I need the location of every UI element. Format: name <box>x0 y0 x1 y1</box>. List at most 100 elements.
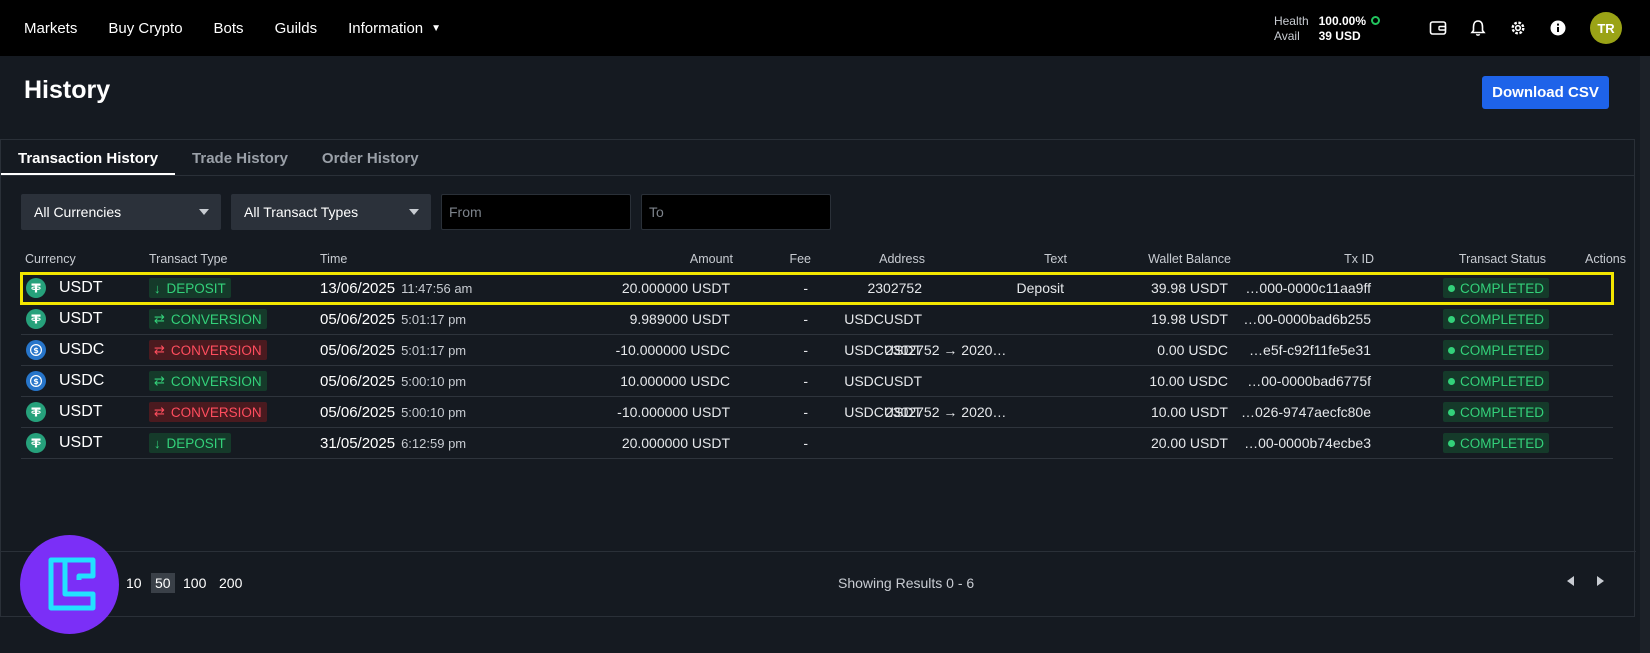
transact-type-label: DEPOSIT <box>166 435 226 451</box>
col-text[interactable]: Text <box>1044 252 1067 266</box>
showing-results: Showing Results 0 - 6 <box>838 575 975 591</box>
transact-status-cell: COMPLETED <box>1442 304 1549 334</box>
status-badge: COMPLETED <box>1442 402 1549 422</box>
table-header: Currency Transact Type Time Amount Fee A… <box>1 252 1636 270</box>
filters-bar: All Currencies All Transact Types <box>21 194 841 230</box>
col-transact-status[interactable]: Transact Status <box>1459 252 1546 266</box>
page-size-10[interactable]: 10 <box>126 575 142 591</box>
page-scrollbar[interactable] <box>1640 56 1650 653</box>
currency-cell: USDT <box>21 304 103 334</box>
prev-page-icon[interactable] <box>1567 576 1574 586</box>
col-fee[interactable]: Fee <box>789 252 811 266</box>
table-row[interactable]: USDT ↓ DEPOSIT 13/06/2025 11:47:56 am 20.0000… <box>20 272 1614 305</box>
wallet-balance-cell: 39.98 USDT <box>1150 280 1228 296</box>
currency-name: USDC <box>59 341 105 358</box>
tx-date: 05/06/2025 <box>320 372 396 390</box>
currency-name: USDT <box>59 310 103 327</box>
nav-information[interactable]: Information ▼ <box>348 20 441 37</box>
table-footer <box>1 551 1636 617</box>
info-icon[interactable] <box>1548 18 1568 38</box>
amount-cell: 20.000000 USDT <box>621 280 730 296</box>
nav-information-label: Information <box>348 19 424 37</box>
wallet-icon[interactable] <box>1428 18 1448 38</box>
nav-bots[interactable]: Bots <box>214 20 244 37</box>
tx-id-cell[interactable]: …e5f-c92f11fe5e31 <box>1249 335 1371 365</box>
currency-select[interactable]: All Currencies <box>21 194 221 230</box>
tx-id-cell[interactable]: …00-0000bad6b255 <box>1243 304 1371 334</box>
tx-id-cell[interactable]: …00-0000b74ecbe3 <box>1244 428 1371 458</box>
arrow-down-icon: ↓ <box>154 435 161 451</box>
transact-type-select[interactable]: All Transact Types <box>231 194 431 230</box>
svg-text:$: $ <box>33 377 39 386</box>
next-page-icon[interactable] <box>1597 576 1604 586</box>
transact-type-label: CONVERSION <box>170 311 262 327</box>
usdc-coin-icon: $ <box>26 340 46 360</box>
nav-markets[interactable]: Markets <box>24 20 77 37</box>
page-size-200[interactable]: 200 <box>219 575 242 591</box>
table-row[interactable]: $ USDC ⇄ CONVERSION 05/06/2025 5:00:10 pm 10.0… <box>21 366 1613 397</box>
transact-type-label: CONVERSION <box>170 404 262 420</box>
tx-id-cell[interactable]: …026-9747aecfc80e <box>1241 397 1371 427</box>
time-cell: 13/06/2025 11:47:56 am <box>320 273 472 303</box>
col-tx-id[interactable]: Tx ID <box>1344 252 1374 266</box>
download-csv-button[interactable]: Download CSV <box>1482 76 1609 109</box>
currency-select-value: All Currencies <box>34 204 122 220</box>
tx-date: 05/06/2025 <box>320 403 396 421</box>
swap-icon: ⇄ <box>154 311 165 326</box>
tab-transaction-history[interactable]: Transaction History <box>1 140 176 175</box>
table-row[interactable]: USDT ⇄ CONVERSION 05/06/2025 5:00:10 pm -10.0… <box>21 397 1613 428</box>
page-title: History <box>24 76 111 104</box>
nav-guilds[interactable]: Guilds <box>275 20 318 37</box>
from-date-input[interactable] <box>441 194 631 230</box>
wallet-balance-cell: 0.00 USDC <box>1157 342 1228 358</box>
col-time[interactable]: Time <box>320 252 347 266</box>
wallet-balance-cell: 10.00 USDT <box>1150 404 1228 420</box>
tab-trade-history[interactable]: Trade History <box>175 140 305 175</box>
tx-time: 5:01:17 pm <box>401 342 467 358</box>
col-actions: Actions <box>1585 252 1626 266</box>
nav-links: Markets Buy Crypto Bots Guilds Informati… <box>0 20 472 37</box>
col-amount[interactable]: Amount <box>690 252 733 266</box>
col-currency[interactable]: Currency <box>25 252 76 266</box>
status-dot-icon <box>1447 315 1455 323</box>
page-size-50[interactable]: 50 <box>151 573 175 593</box>
caret-down-icon: ▼ <box>431 22 442 34</box>
status-label: COMPLETED <box>1459 342 1544 358</box>
col-wallet-balance[interactable]: Wallet Balance <box>1148 252 1231 266</box>
avatar[interactable]: TR <box>1590 12 1622 44</box>
status-dot-icon <box>1447 346 1455 354</box>
amount-cell: 10.000000 USDC <box>620 373 730 389</box>
status-badge: COMPLETED <box>1442 371 1549 391</box>
avail-label: Avail <box>1273 28 1300 43</box>
tx-id-cell[interactable]: …000-0000c11aa9ff <box>1245 273 1371 303</box>
tab-order-history[interactable]: Order History <box>305 140 436 175</box>
amount-cell: 9.989000 USDT <box>629 311 730 327</box>
text-cell: 2302752 → 2020… <box>885 404 1007 420</box>
table-row[interactable]: USDT ⇄ CONVERSION 05/06/2025 5:01:17 pm 9.989… <box>21 304 1613 335</box>
swap-icon: ⇄ <box>154 373 165 388</box>
bell-icon[interactable] <box>1468 18 1488 38</box>
page-size-100[interactable]: 100 <box>183 575 206 591</box>
transact-status-cell: COMPLETED <box>1442 273 1549 303</box>
currency-name: USDT <box>59 279 103 296</box>
time-cell: 31/05/2025 6:12:59 pm <box>320 428 466 458</box>
gear-icon[interactable] <box>1508 18 1528 38</box>
nav-buy-crypto[interactable]: Buy Crypto <box>108 20 182 37</box>
usdt-coin-icon <box>26 402 46 422</box>
status-label: COMPLETED <box>1459 280 1544 296</box>
tx-id-cell[interactable]: …00-0000bad6775f <box>1247 366 1371 396</box>
to-date-input[interactable] <box>641 194 831 230</box>
tx-time: 6:12:59 pm <box>401 435 467 451</box>
text-cell: 2302752 → 2020… <box>885 342 1007 358</box>
col-address[interactable]: Address <box>879 252 925 266</box>
transact-status-cell: COMPLETED <box>1442 397 1549 427</box>
svg-text:$: $ <box>33 346 39 355</box>
table-row[interactable]: USDT ↓ DEPOSIT 31/05/2025 6:12:59 pm 20.00000… <box>21 428 1613 459</box>
health-label: Health <box>1273 13 1309 28</box>
transact-type-cell: ↓ DEPOSIT <box>149 273 231 303</box>
col-transact-type[interactable]: Transact Type <box>149 252 228 266</box>
top-navigation: Markets Buy Crypto Bots Guilds Informati… <box>0 0 1650 56</box>
swap-icon: ⇄ <box>154 342 165 357</box>
arrow-down-icon: ↓ <box>154 280 161 296</box>
table-row[interactable]: $ USDC ⇄ CONVERSION 05/06/2025 5:01:17 pm -10.… <box>21 335 1613 366</box>
